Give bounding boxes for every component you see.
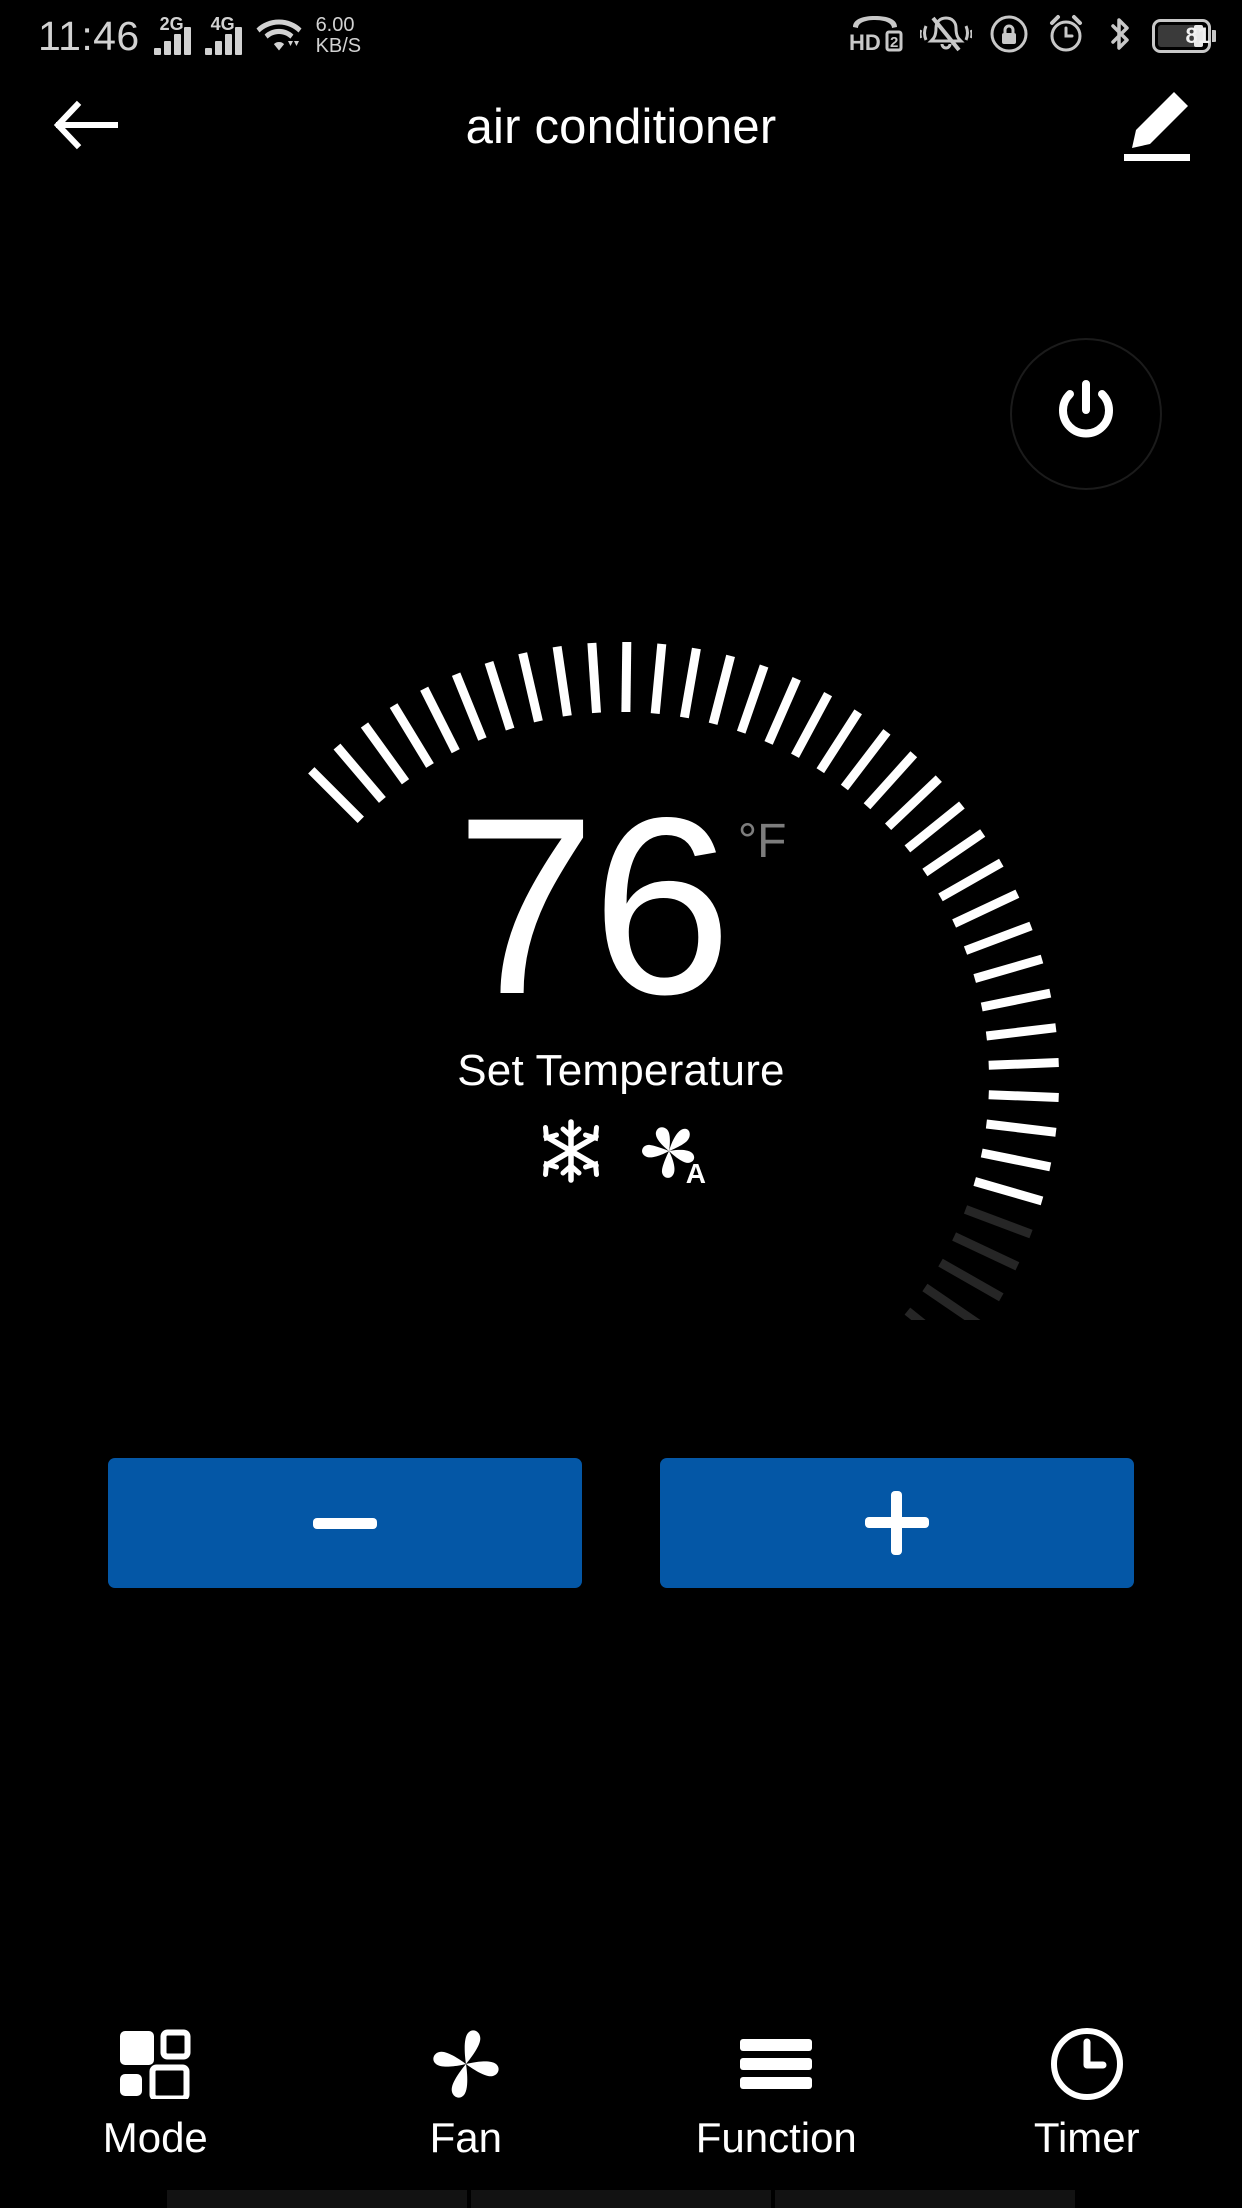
temperature-readout: 76 °F (455, 766, 787, 1047)
signal-bars-icon-sim2: 4G (204, 14, 242, 55)
network-speed-unit: KB/S (315, 35, 362, 57)
svg-text:2: 2 (890, 34, 898, 51)
plus-icon (865, 1491, 929, 1555)
temperature-unit: °F (737, 815, 787, 868)
temperature-stepper (0, 1458, 1242, 1588)
increase-temperature-button[interactable] (660, 1458, 1134, 1588)
nav-item-fan[interactable]: Fan (311, 2026, 622, 2166)
nav-item-function[interactable]: Function (621, 2026, 932, 2166)
power-button[interactable] (1010, 338, 1162, 490)
sim2-generation-label: 4G (210, 14, 235, 34)
bluetooth-icon (1103, 14, 1135, 59)
app-header: air conditioner (0, 72, 1242, 182)
back-key[interactable] (775, 2190, 1075, 2208)
pencil-edit-icon (1116, 86, 1198, 169)
network-speed: 6.00 KB/S (316, 15, 362, 56)
clock-icon (1049, 2026, 1125, 2102)
fan-auto-letter: A (685, 1157, 706, 1189)
home-key[interactable] (471, 2190, 771, 2208)
wifi-icon (256, 15, 302, 58)
snowflake-icon (538, 1118, 604, 1184)
recents-key[interactable] (167, 2190, 467, 2208)
dial-center-readout: 76 °F Set Temperature A (161, 620, 1081, 1320)
volte-hd2-icon: HD 2 (847, 14, 903, 59)
svg-text:HD: HD (849, 30, 881, 54)
nav-item-timer[interactable]: Timer (932, 2026, 1242, 2166)
system-navigation-bar (0, 2166, 1242, 2208)
temperature-dial[interactable]: 76 °F Set Temperature A (161, 620, 1081, 1320)
status-bar-right: HD 2 81 (847, 14, 1216, 59)
signal-bars-icon-sim1: 2G (153, 14, 191, 55)
bottom-navigation: Mode Fan Function Timer (0, 2026, 1242, 2166)
nav-label-mode: Mode (102, 2114, 208, 2161)
nav-label-fan: Fan (429, 2114, 502, 2161)
minus-icon (313, 1517, 377, 1529)
power-icon (1051, 376, 1121, 453)
status-bar-clock: 11:46 (38, 12, 140, 59)
nav-label-function: Function (695, 2114, 857, 2161)
hamburger-lines-icon (736, 2026, 816, 2102)
rotation-lock-icon (989, 14, 1029, 59)
nav-label-timer: Timer (1033, 2114, 1140, 2161)
mode-indicators: A (538, 1118, 706, 1187)
nav-item-mode[interactable]: Mode (0, 2026, 311, 2166)
battery-icon: 81 (1152, 19, 1216, 53)
edit-button[interactable] (1114, 84, 1200, 170)
alarm-clock-icon (1046, 14, 1086, 59)
page-title: air conditioner (465, 100, 777, 154)
status-bar: 11:46 2G 4G 6.00 KB/S HD 2 81 (0, 0, 1242, 72)
temperature-value: 76 (455, 766, 732, 1047)
fan-auto-icon: A (634, 1118, 706, 1187)
set-temperature-label: Set Temperature (457, 1045, 785, 1095)
decrease-temperature-button[interactable] (108, 1458, 582, 1588)
status-bar-left: 11:46 2G 4G 6.00 KB/S (38, 13, 361, 60)
sim1-generation-label: 2G (159, 14, 184, 34)
mode-grid-icon (117, 2026, 193, 2102)
bell-mute-icon (919, 14, 973, 59)
fan-icon (428, 2026, 504, 2102)
network-speed-value: 6.00 (315, 14, 355, 37)
